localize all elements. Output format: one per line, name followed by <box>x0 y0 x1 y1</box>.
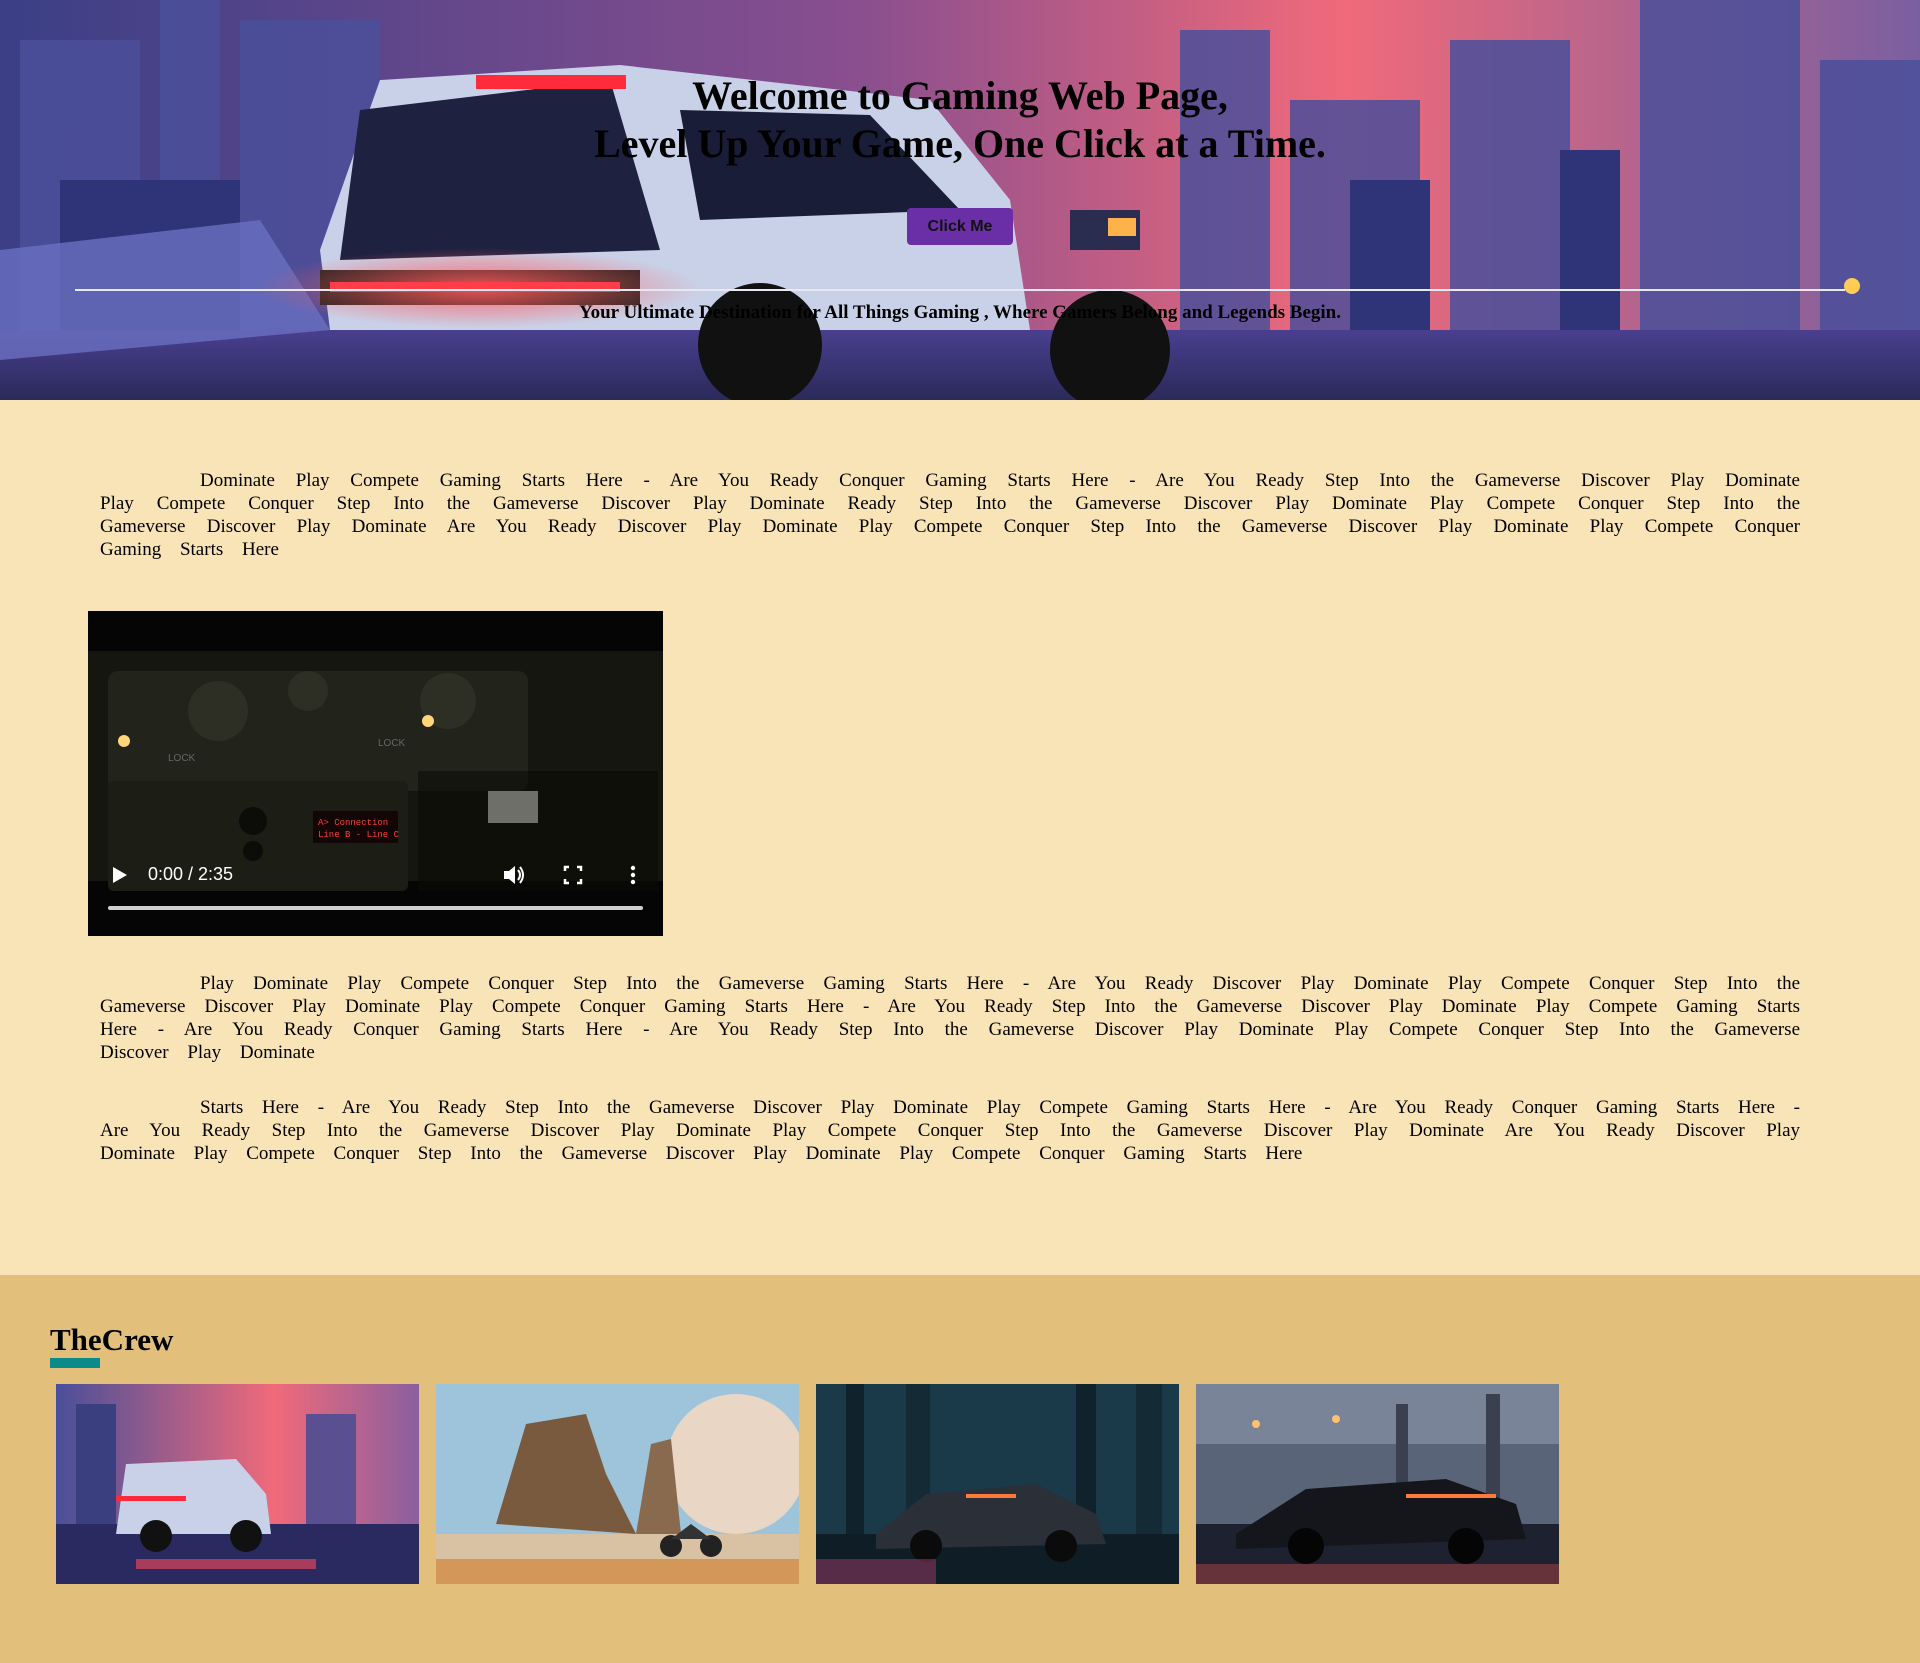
crew-image-cyber-truck[interactable] <box>56 1384 419 1584</box>
click-me-button[interactable]: Click Me <box>907 208 1013 245</box>
crew-title: TheCrew <box>50 1322 174 1357</box>
hero-content: Welcome to Gaming Web Page, Level Up You… <box>0 0 1920 400</box>
screen-text-line2: Line B - Line C <box>318 830 400 840</box>
crew-image-rain-supercar[interactable] <box>1196 1384 1559 1584</box>
volume-icon[interactable] <box>502 862 526 888</box>
panel-label-lock-2: LOCK <box>378 738 406 749</box>
intro-paragraph: Dominate Play Compete Gaming Starts Here… <box>100 470 1800 560</box>
crew-title-underline <box>50 1358 100 1368</box>
body-paragraph-1: Play Dominate Play Compete Conquer Step … <box>100 973 1800 1063</box>
hero-title: Welcome to Gaming Web Page, Level Up You… <box>0 72 1920 168</box>
panel-label-lock: LOCK <box>168 753 196 764</box>
crew-image-desert-moto[interactable] <box>436 1384 799 1584</box>
screen-text-line1: A> Connection <box>318 818 388 828</box>
video-time: 0:00 / 2:35 <box>148 864 234 884</box>
hero-title-line2: Level Up Your Game, One Click at a Time. <box>594 121 1326 166</box>
play-icon[interactable] <box>110 862 130 888</box>
more-options-icon[interactable] <box>624 862 642 888</box>
body-paragraph-2: Starts Here - Are You Ready Step Into th… <box>100 1097 1800 1164</box>
hero-title-line1: Welcome to Gaming Web Page, <box>692 73 1228 118</box>
video-progress-bar[interactable] <box>108 906 643 910</box>
hero-divider <box>75 289 1845 291</box>
crew-image-forest-car[interactable] <box>816 1384 1179 1584</box>
fullscreen-icon[interactable] <box>562 862 584 888</box>
hero-tagline: Your Ultimate Destination for All Things… <box>579 302 1341 323</box>
hero-banner: Welcome to Gaming Web Page, Level Up You… <box>0 0 1920 400</box>
